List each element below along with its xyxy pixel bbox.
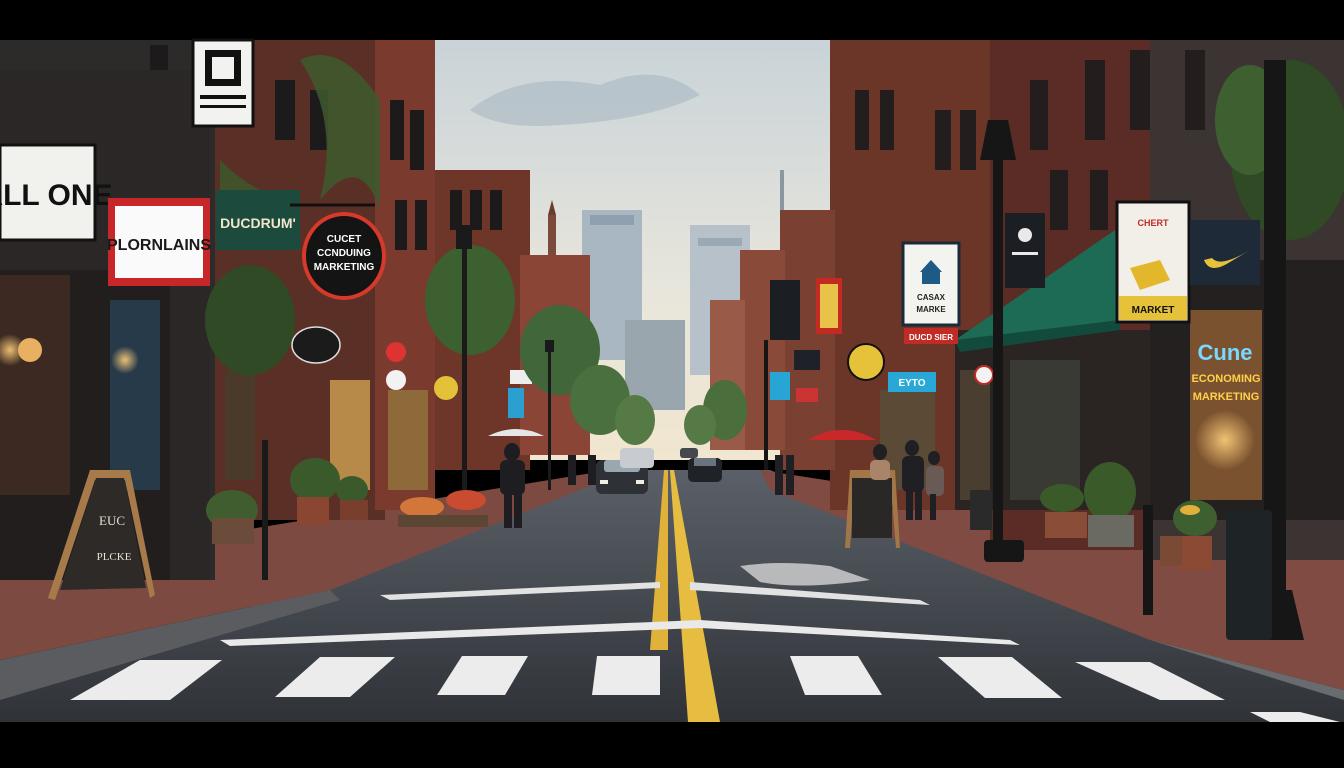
street-photo: ALL ONE PLORNLAINS DUCDRUM' CUCET CCNDUI…	[0, 0, 1344, 768]
neon-line2: ECONOMING	[1191, 373, 1260, 385]
sign-marketing-line2: CCNDUING	[317, 248, 371, 259]
sign-plornlains-text: PLORNLAINS	[107, 237, 211, 254]
street-scene: ALL ONE PLORNLAINS DUCDRUM' CUCET CCNDUI…	[0, 0, 1344, 768]
letterbox-top	[0, 0, 1344, 40]
sign-plornlains: PLORNLAINS	[107, 198, 211, 286]
sign-all-one-text: ALL ONE	[0, 179, 113, 212]
sign-all-one: ALL ONE	[0, 143, 113, 242]
shop-window-left	[0, 275, 70, 495]
shop-window-right	[1190, 310, 1262, 500]
sign-market-line2: MARKET	[1132, 305, 1175, 316]
sign-cozy-line2: MARKE	[916, 305, 946, 314]
chalkboard-left-line2: PLCKE	[97, 551, 132, 563]
sign-nike-like	[1190, 220, 1260, 285]
chalkboard-right	[845, 470, 900, 548]
neon-line1: Cune	[1198, 340, 1253, 365]
sign-hanging-top	[191, 38, 255, 128]
chalkboard-left-line1: EUC	[99, 513, 125, 528]
sign-marketing-line1: CUCET	[327, 234, 361, 245]
sign-black-banner-right	[1005, 213, 1045, 288]
sign-red-banner-text: DUCD SIER	[909, 333, 953, 342]
sign-cozy-house: CASAX MARKE DUCD SIER	[901, 241, 961, 344]
sign-market-poster: CHERT MARKET	[1115, 200, 1191, 324]
sign-marketing-line3: MARKETING	[314, 262, 375, 273]
cyan-small-sign-text: EYTO	[898, 378, 925, 389]
sign-ducdrum-text: DUCDRUM'	[220, 215, 296, 231]
sign-market-line1: CHERT	[1138, 218, 1170, 228]
sign-ducdrum: DUCDRUM'	[216, 190, 300, 250]
trash-can-right	[1226, 510, 1272, 640]
letterbox-bottom	[0, 722, 1344, 768]
sign-cozy-line1: CASAX	[917, 293, 946, 302]
neon-line3: MARKETING	[1193, 391, 1260, 403]
